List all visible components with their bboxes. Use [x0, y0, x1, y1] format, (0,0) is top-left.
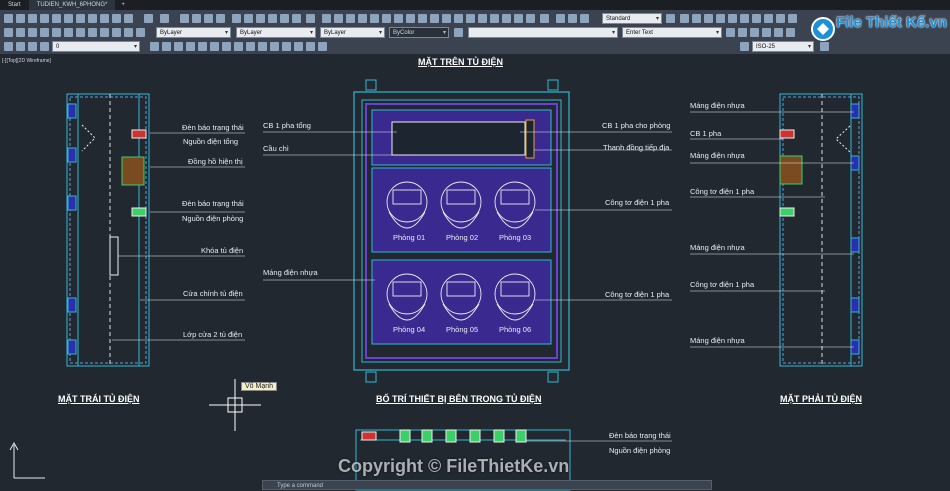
room-label-1: Phòng 02 [446, 233, 479, 242]
title-right-view: MẶT PHẢI TỦ ĐIỆN [780, 394, 862, 404]
label-right-5: Công tơ điện 1 pha [690, 280, 755, 289]
label-center-right-1: Thanh đồng tiếp địa [603, 143, 670, 152]
author-tag: Võ Mạnh [241, 382, 278, 391]
label-left-3: Đèn báo trạng thái [182, 199, 244, 208]
label-left-7: Lớp cửa 2 tủ điện [183, 330, 243, 339]
label-bottom-1: Nguồn điện phòng [609, 446, 671, 455]
room-label-4: Phòng 05 [446, 325, 479, 334]
label-bottom-0: Đèn báo trạng thái [609, 431, 671, 440]
cad-drawing [9, 79, 863, 491]
label-right-2: Máng điện nhựa [690, 151, 745, 160]
title-top-view: MẶT TRÊN TỦ ĐIỆN [418, 57, 503, 67]
label-center-right-2: Công tơ điện 1 pha [605, 198, 670, 207]
label-right-0: Máng điện nhựa [690, 101, 745, 110]
label-right-1: CB 1 pha [690, 129, 722, 138]
copyright-watermark: Copyright © FileThietKe.vn [338, 456, 570, 476]
label-left-5: Khóa tủ điện [201, 246, 244, 255]
label-left-6: Cửa chính tủ điện [183, 289, 243, 298]
label-center-left-2: Máng điện nhựa [263, 268, 318, 277]
label-center-right-0: CB 1 pha cho phòng [602, 121, 671, 130]
room-label-5: Phòng 06 [499, 325, 532, 334]
label-right-3: Công tơ điện 1 pha [690, 187, 755, 196]
label-left-2: Đồng hồ hiện thị [188, 157, 243, 166]
label-center-right-3: Công tơ điện 1 pha [605, 290, 670, 299]
room-label-3: Phòng 04 [393, 325, 426, 334]
label-left-1: Nguồn điện tổng [183, 137, 239, 146]
command-line-input[interactable]: Type a command [262, 480, 712, 490]
left-side-view [66, 93, 245, 367]
label-left-4: Nguồn điện phòng [182, 214, 244, 223]
label-center-left-1: Cầu chì [263, 144, 289, 153]
label-right-4: Máng điện nhựa [690, 243, 745, 252]
label-right-6: Máng điện nhựa [690, 336, 745, 345]
title-inside-view: BỐ TRÍ THIẾT BỊ BÊN TRONG TỦ ĐIỆN [376, 394, 542, 404]
ucs-icon [9, 441, 45, 479]
room-label-2: Phòng 03 [499, 233, 532, 242]
label-left-0: Đèn báo trạng thái [182, 123, 244, 132]
label-center-left-0: CB 1 pha tổng [263, 121, 311, 130]
title-left-view: MẶT TRÁI TỦ ĐIỆN [58, 394, 140, 404]
room-label-0: Phòng 01 [393, 233, 426, 242]
